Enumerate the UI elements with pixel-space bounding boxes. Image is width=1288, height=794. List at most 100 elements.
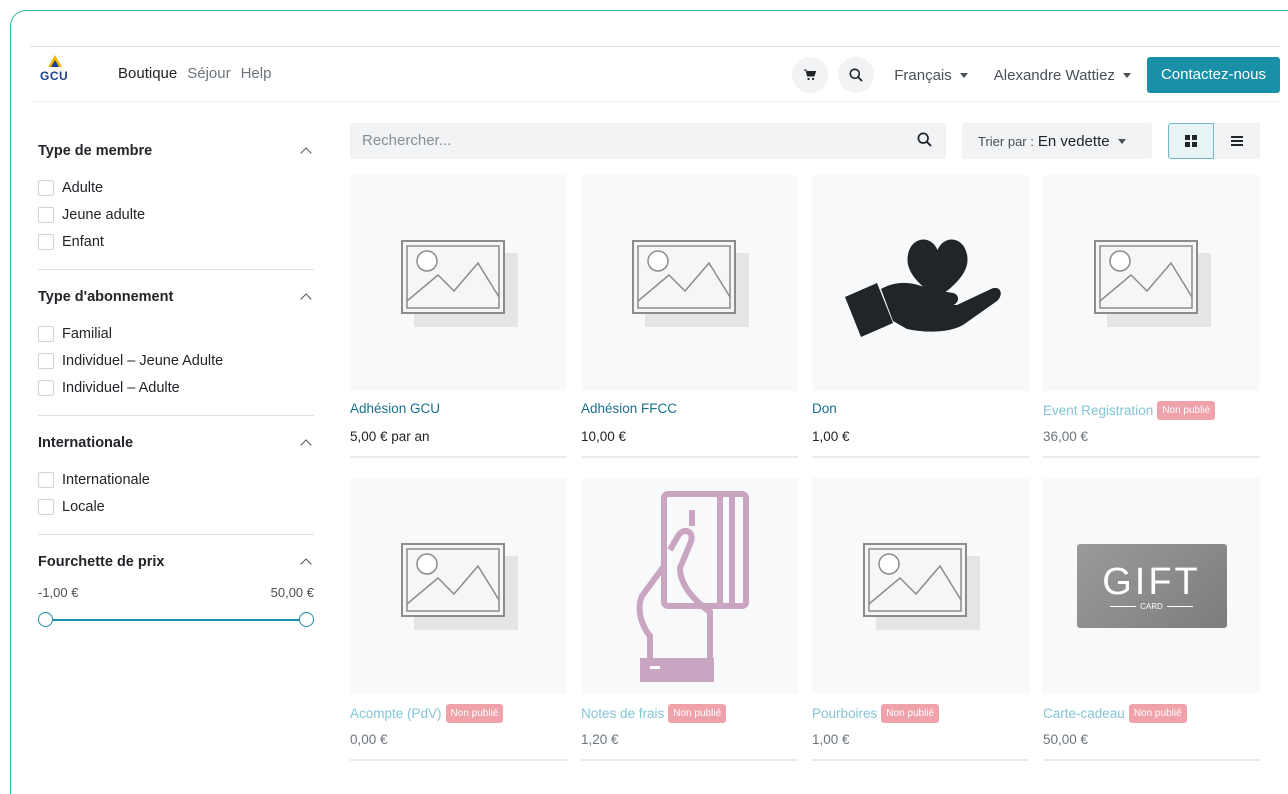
- filter-option[interactable]: Individuel – Adulte: [38, 374, 314, 401]
- filter-option[interactable]: Individuel – Jeune Adulte: [38, 347, 314, 374]
- product-image[interactable]: [581, 175, 798, 391]
- filter-option[interactable]: Internationale: [38, 466, 314, 493]
- language-dropdown[interactable]: Français: [894, 67, 968, 84]
- list-view-button[interactable]: [1214, 123, 1260, 159]
- product-name-link[interactable]: Carte-cadeau: [1043, 706, 1125, 721]
- filter-option[interactable]: Locale: [38, 493, 314, 520]
- product-card[interactable]: GIFT CARD Carte-cadeau Non publié 50,00 €: [1043, 478, 1260, 764]
- chevron-up-icon[interactable]: [300, 439, 312, 451]
- product-price: 10,00 €: [581, 429, 627, 444]
- product-search[interactable]: Rechercher...: [350, 123, 946, 159]
- product-card[interactable]: Event Registration Non publié 36,00 €: [1043, 175, 1260, 461]
- filter-header[interactable]: Type de membre: [38, 140, 314, 162]
- filter-header[interactable]: Fourchette de prix: [38, 551, 314, 573]
- product-name-link[interactable]: Don: [812, 401, 837, 416]
- product-name-link[interactable]: Pourboires: [812, 706, 877, 721]
- checkbox[interactable]: [38, 206, 54, 223]
- unpublished-badge: Non publié: [668, 704, 727, 723]
- product-name-link[interactable]: Event Registration: [1043, 403, 1153, 418]
- chevron-up-icon[interactable]: [300, 293, 312, 305]
- unpublished-badge: Non publié: [1128, 704, 1187, 723]
- checkbox[interactable]: [38, 325, 54, 342]
- product-card[interactable]: Don 1,00 €: [812, 175, 1029, 461]
- price-range-slider[interactable]: [38, 610, 314, 630]
- checkbox[interactable]: [38, 352, 54, 369]
- slider-max-handle[interactable]: [299, 612, 314, 627]
- product-price: 1,00 €: [812, 732, 850, 747]
- product-image[interactable]: [1043, 175, 1260, 391]
- product-name-row: Acompte (PdV) Non publié: [350, 704, 504, 723]
- filter-option[interactable]: Enfant: [38, 228, 314, 255]
- product-image[interactable]: GIFT CARD: [1043, 478, 1260, 694]
- chevron-up-icon[interactable]: [300, 147, 312, 159]
- filter-option[interactable]: Adulte: [38, 174, 314, 201]
- user-dropdown[interactable]: Alexandre Wattiez: [994, 67, 1131, 84]
- filter-header[interactable]: Type d'abonnement: [38, 286, 314, 308]
- option-label: Adulte: [62, 179, 104, 196]
- heart-hand-icon: [844, 239, 1001, 337]
- product-price: 1,00 €: [812, 429, 850, 444]
- checkbox[interactable]: [38, 471, 54, 488]
- logo-text: GCU: [40, 69, 69, 83]
- filter-group-international: Internationale Internationale Locale: [38, 432, 314, 535]
- cart-button[interactable]: [792, 57, 829, 93]
- placeholder-image-icon: [1093, 240, 1211, 327]
- option-label: Individuel – Adulte: [62, 379, 180, 396]
- search-icon[interactable]: [917, 132, 932, 147]
- grid-view-button[interactable]: [1168, 123, 1214, 159]
- product-name-link[interactable]: Notes de frais: [581, 706, 664, 721]
- checkbox[interactable]: [38, 379, 54, 396]
- price-max-label: 50,00 €: [270, 585, 314, 600]
- nav-item-help[interactable]: Help: [241, 65, 272, 82]
- product-name-link[interactable]: Adhésion FFCC: [581, 401, 677, 416]
- product-price: 36,00 €: [1043, 429, 1089, 444]
- product-image[interactable]: [350, 175, 567, 391]
- option-label: Familial: [62, 325, 112, 342]
- filter-title: Type d'abonnement: [38, 289, 174, 305]
- user-name: Alexandre Wattiez: [993, 66, 1115, 84]
- nav-item-boutique[interactable]: Boutique: [118, 65, 177, 82]
- product-image[interactable]: [581, 478, 798, 694]
- card-divider: [350, 456, 567, 458]
- product-card[interactable]: Adhésion GCU 5,00 € par an: [350, 175, 567, 461]
- filter-header[interactable]: Internationale: [38, 432, 314, 454]
- gift-card-title: GIFT: [1102, 560, 1201, 603]
- search-toggle-button[interactable]: [838, 57, 875, 93]
- price-min-label: -1,00 €: [38, 585, 79, 600]
- filter-group-member-type: Type de membre Adulte Jeune adulte Enfan…: [38, 140, 314, 270]
- gcu-logo[interactable]: GCU: [38, 55, 72, 91]
- chevron-up-icon[interactable]: [300, 558, 312, 570]
- filter-option[interactable]: Familial: [38, 320, 314, 347]
- unpublished-badge: Non publié: [881, 704, 940, 723]
- search-icon: [849, 68, 863, 82]
- product-card[interactable]: Acompte (PdV) Non publié 0,00 €: [350, 478, 567, 764]
- placeholder-image-icon: [400, 543, 518, 630]
- product-price: 1,20 €: [581, 732, 619, 747]
- filter-option[interactable]: Jeune adulte: [38, 201, 314, 228]
- option-label: Individuel – Jeune Adulte: [62, 352, 224, 369]
- product-name-link[interactable]: Acompte (PdV): [350, 706, 442, 721]
- option-label: Jeune adulte: [62, 206, 146, 223]
- filter-title: Type de membre: [38, 143, 153, 159]
- card-hand-icon: [636, 491, 749, 682]
- product-name-link[interactable]: Adhésion GCU: [350, 401, 440, 416]
- sort-dropdown[interactable]: Trier par : En vedette: [962, 123, 1152, 159]
- product-card[interactable]: Adhésion FFCC 10,00 €: [581, 175, 798, 461]
- checkbox[interactable]: [38, 179, 54, 196]
- search-input[interactable]: Rechercher...: [362, 132, 451, 149]
- option-label: Enfant: [62, 233, 104, 250]
- product-card[interactable]: Pourboires Non publié 1,00 €: [812, 478, 1029, 764]
- product-image[interactable]: [812, 175, 1029, 391]
- filter-sidebar: Type de membre Adulte Jeune adulte Enfan…: [38, 130, 314, 630]
- product-name-row: Event Registration Non publié: [1043, 401, 1216, 420]
- checkbox[interactable]: [38, 498, 54, 515]
- checkbox[interactable]: [38, 233, 54, 250]
- sort-prefix: Trier par :: [978, 133, 1034, 149]
- list-icon: [1231, 136, 1243, 146]
- product-image[interactable]: [350, 478, 567, 694]
- product-card[interactable]: Notes de frais Non publié 1,20 €: [581, 478, 798, 764]
- contact-button[interactable]: Contactez-nous: [1146, 57, 1280, 93]
- slider-min-handle[interactable]: [38, 612, 53, 627]
- product-image[interactable]: [812, 478, 1029, 694]
- nav-item-sejour[interactable]: Séjour: [187, 65, 230, 82]
